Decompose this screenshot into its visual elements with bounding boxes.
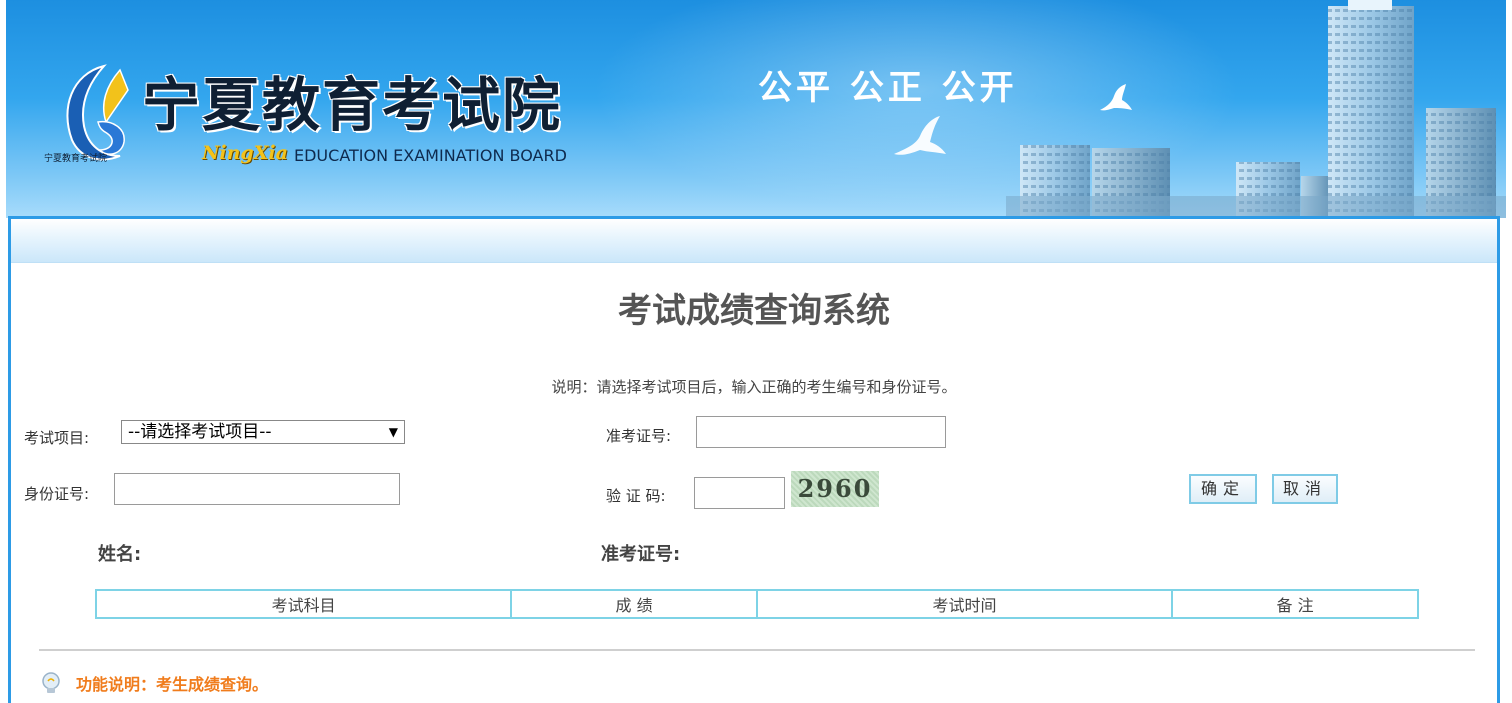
result-ticket-label: 准考证号: xyxy=(601,544,681,565)
header-banner: 宁夏教育考试院 宁夏教育考试院 NingXia EDUCATION EXAMIN… xyxy=(6,0,1506,218)
dropdown-arrow-icon: ▼ xyxy=(388,425,398,439)
captcha-image[interactable]: 2960 xyxy=(791,471,879,507)
instructions-note: 说明：请选择考试项目后，输入正确的考生编号和身份证号。 xyxy=(551,378,957,396)
table-header-cell: 考试科目 xyxy=(94,589,513,619)
section-divider xyxy=(39,649,1475,651)
table-header-cell: 成 绩 xyxy=(510,589,758,619)
id-number-input[interactable] xyxy=(114,473,400,505)
table-header-row: 考试科目 成 绩 考试时间 备 注 xyxy=(94,589,1419,619)
function-description: 功能说明：考生成绩查询。 xyxy=(76,675,269,694)
cancel-button[interactable]: 取消 xyxy=(1272,474,1338,504)
panel-header-bar xyxy=(11,219,1497,263)
exam-item-selected-value: --请选择考试项目-- xyxy=(128,422,272,442)
banner-slogan: 公平 公正 公开 xyxy=(758,68,1018,108)
captcha-input[interactable] xyxy=(694,477,785,509)
score-table: 考试科目 成 绩 考试时间 备 注 xyxy=(94,589,1419,619)
logo-small-caption: 宁夏教育考试院 xyxy=(44,154,108,164)
page-title: 考试成绩查询系统 xyxy=(618,291,890,331)
captcha-label: 验 证 码: xyxy=(606,487,666,505)
logo-title: 宁夏教育考试院 xyxy=(142,71,563,139)
ticket-number-input[interactable] xyxy=(696,416,946,448)
city-skyline xyxy=(1006,0,1506,218)
exam-item-select[interactable]: --请选择考试项目-- ▼ xyxy=(121,420,405,444)
ticket-number-label: 准考证号: xyxy=(606,427,672,445)
table-header-cell: 备 注 xyxy=(1171,589,1419,619)
logo-english-name: EDUCATION EXAMINATION BOARD xyxy=(294,146,567,165)
lightbulb-icon xyxy=(42,672,60,693)
confirm-button[interactable]: 确定 xyxy=(1189,474,1257,504)
dove-icon xyxy=(894,116,946,155)
result-name-label: 姓名: xyxy=(98,544,142,565)
table-header-cell: 考试时间 xyxy=(755,589,1174,619)
logo-ningxia-script: NingXia xyxy=(202,142,288,164)
id-number-label: 身份证号: xyxy=(24,485,90,503)
exam-item-label: 考试项目: xyxy=(24,429,90,447)
query-panel: 考试成绩查询系统 说明：请选择考试项目后，输入正确的考生编号和身份证号。 考试项… xyxy=(8,216,1500,703)
